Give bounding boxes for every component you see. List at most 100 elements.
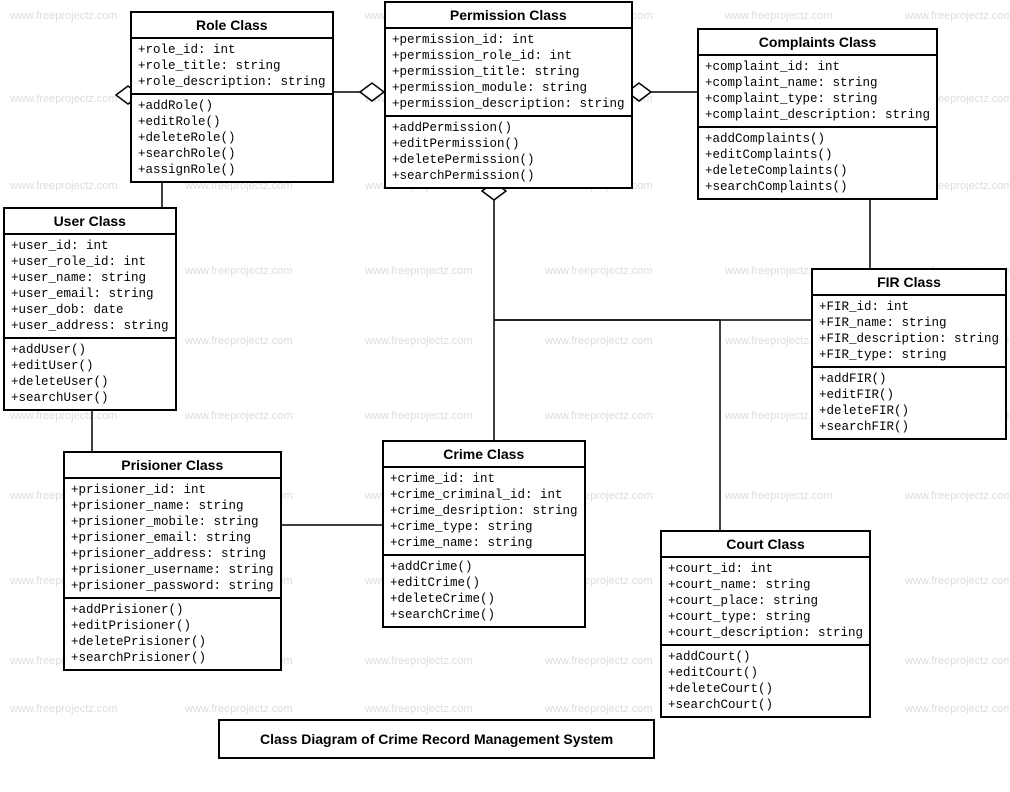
class-user-methods: +addUser()+editUser()+deleteUser()+searc… xyxy=(5,339,175,409)
class-member: +complaint_description: string xyxy=(705,107,930,123)
class-member: +deleteCrime() xyxy=(390,591,578,607)
class-member: +role_title: string xyxy=(138,58,326,74)
class-member: +user_address: string xyxy=(11,318,169,334)
class-member: +crime_id: int xyxy=(390,471,578,487)
class-member: +crime_type: string xyxy=(390,519,578,535)
class-member: +court_name: string xyxy=(668,577,863,593)
class-member: +searchFIR() xyxy=(819,419,999,435)
class-role-methods: +addRole()+editRole()+deleteRole()+searc… xyxy=(132,95,332,181)
class-member: +editUser() xyxy=(11,358,169,374)
class-member: +role_id: int xyxy=(138,42,326,58)
class-member: +crime_desription: string xyxy=(390,503,578,519)
class-prisioner-methods: +addPrisioner()+editPrisioner()+deletePr… xyxy=(65,599,280,669)
class-member: +court_id: int xyxy=(668,561,863,577)
class-member: +deleteFIR() xyxy=(819,403,999,419)
class-member: +searchCrime() xyxy=(390,607,578,623)
class-fir-methods: +addFIR()+editFIR()+deleteFIR()+searchFI… xyxy=(813,368,1005,438)
class-member: +permission_description: string xyxy=(392,96,625,112)
class-member: +addCrime() xyxy=(390,559,578,575)
class-member: +complaint_type: string xyxy=(705,91,930,107)
class-member: +deleteComplaints() xyxy=(705,163,930,179)
class-crime-methods: +addCrime()+editCrime()+deleteCrime()+se… xyxy=(384,556,584,626)
class-member: +permission_module: string xyxy=(392,80,625,96)
class-member: +searchPrisioner() xyxy=(71,650,274,666)
class-member: +permission_role_id: int xyxy=(392,48,625,64)
class-member: +editFIR() xyxy=(819,387,999,403)
class-permission: Permission Class +permission_id: int+per… xyxy=(384,1,633,189)
class-prisioner-title: Prisioner Class xyxy=(65,453,280,479)
class-role: Role Class +role_id: int+role_title: str… xyxy=(130,11,334,183)
class-member: +FIR_type: string xyxy=(819,347,999,363)
class-member: +user_email: string xyxy=(11,286,169,302)
class-member: +editComplaints() xyxy=(705,147,930,163)
class-member: +editCrime() xyxy=(390,575,578,591)
class-role-attrs: +role_id: int+role_title: string+role_de… xyxy=(132,39,332,95)
class-member: +deletePrisioner() xyxy=(71,634,274,650)
class-member: +addComplaints() xyxy=(705,131,930,147)
class-member: +editPrisioner() xyxy=(71,618,274,634)
class-fir: FIR Class +FIR_id: int+FIR_name: string+… xyxy=(811,268,1007,440)
class-member: +complaint_id: int xyxy=(705,59,930,75)
class-user-title: User Class xyxy=(5,209,175,235)
class-member: +FIR_description: string xyxy=(819,331,999,347)
class-member: +permission_title: string xyxy=(392,64,625,80)
class-user-attrs: +user_id: int+user_role_id: int+user_nam… xyxy=(5,235,175,339)
class-member: +searchUser() xyxy=(11,390,169,406)
class-permission-methods: +addPermission()+editPermission()+delete… xyxy=(386,117,631,187)
class-member: +court_type: string xyxy=(668,609,863,625)
class-crime: Crime Class +crime_id: int+crime_crimina… xyxy=(382,440,586,628)
class-prisioner: Prisioner Class +prisioner_id: int+prisi… xyxy=(63,451,282,671)
class-complaints: Complaints Class +complaint_id: int+comp… xyxy=(697,28,938,200)
class-member: +addRole() xyxy=(138,98,326,114)
class-complaints-title: Complaints Class xyxy=(699,30,936,56)
class-role-title: Role Class xyxy=(132,13,332,39)
class-fir-title: FIR Class xyxy=(813,270,1005,296)
caption-text: Class Diagram of Crime Record Management… xyxy=(260,731,613,747)
class-member: +addPermission() xyxy=(392,120,625,136)
class-member: +role_description: string xyxy=(138,74,326,90)
class-member: +editRole() xyxy=(138,114,326,130)
class-user: User Class +user_id: int+user_role_id: i… xyxy=(3,207,177,411)
class-member: +court_place: string xyxy=(668,593,863,609)
class-prisioner-attrs: +prisioner_id: int+prisioner_name: strin… xyxy=(65,479,280,599)
class-member: +searchPermission() xyxy=(392,168,625,184)
class-member: +editCourt() xyxy=(668,665,863,681)
class-member: +crime_name: string xyxy=(390,535,578,551)
class-member: +addUser() xyxy=(11,342,169,358)
class-fir-attrs: +FIR_id: int+FIR_name: string+FIR_descri… xyxy=(813,296,1005,368)
class-member: +user_role_id: int xyxy=(11,254,169,270)
class-member: +editPermission() xyxy=(392,136,625,152)
class-member: +prisioner_mobile: string xyxy=(71,514,274,530)
class-court: Court Class +court_id: int+court_name: s… xyxy=(660,530,871,718)
class-member: +assignRole() xyxy=(138,162,326,178)
class-member: +FIR_id: int xyxy=(819,299,999,315)
class-permission-attrs: +permission_id: int+permission_role_id: … xyxy=(386,29,631,117)
class-court-attrs: +court_id: int+court_name: string+court_… xyxy=(662,558,869,646)
class-member: +prisioner_id: int xyxy=(71,482,274,498)
class-member: +prisioner_address: string xyxy=(71,546,274,562)
class-member: +crime_criminal_id: int xyxy=(390,487,578,503)
class-complaints-methods: +addComplaints()+editComplaints()+delete… xyxy=(699,128,936,198)
class-member: +searchRole() xyxy=(138,146,326,162)
class-court-methods: +addCourt()+editCourt()+deleteCourt()+se… xyxy=(662,646,869,716)
class-member: +deleteRole() xyxy=(138,130,326,146)
class-member: +deleteUser() xyxy=(11,374,169,390)
class-crime-title: Crime Class xyxy=(384,442,584,468)
class-member: +deleteCourt() xyxy=(668,681,863,697)
class-member: +addFIR() xyxy=(819,371,999,387)
class-member: +addPrisioner() xyxy=(71,602,274,618)
class-crime-attrs: +crime_id: int+crime_criminal_id: int+cr… xyxy=(384,468,584,556)
class-member: +user_name: string xyxy=(11,270,169,286)
class-permission-title: Permission Class xyxy=(386,3,631,29)
diagram-caption: Class Diagram of Crime Record Management… xyxy=(218,719,655,759)
class-member: +FIR_name: string xyxy=(819,315,999,331)
class-member: +addCourt() xyxy=(668,649,863,665)
class-member: +prisioner_password: string xyxy=(71,578,274,594)
class-member: +deletePermission() xyxy=(392,152,625,168)
class-member: +court_description: string xyxy=(668,625,863,641)
class-member: +complaint_name: string xyxy=(705,75,930,91)
class-member: +prisioner_name: string xyxy=(71,498,274,514)
class-member: +searchComplaints() xyxy=(705,179,930,195)
class-member: +searchCourt() xyxy=(668,697,863,713)
class-member: +prisioner_username: string xyxy=(71,562,274,578)
